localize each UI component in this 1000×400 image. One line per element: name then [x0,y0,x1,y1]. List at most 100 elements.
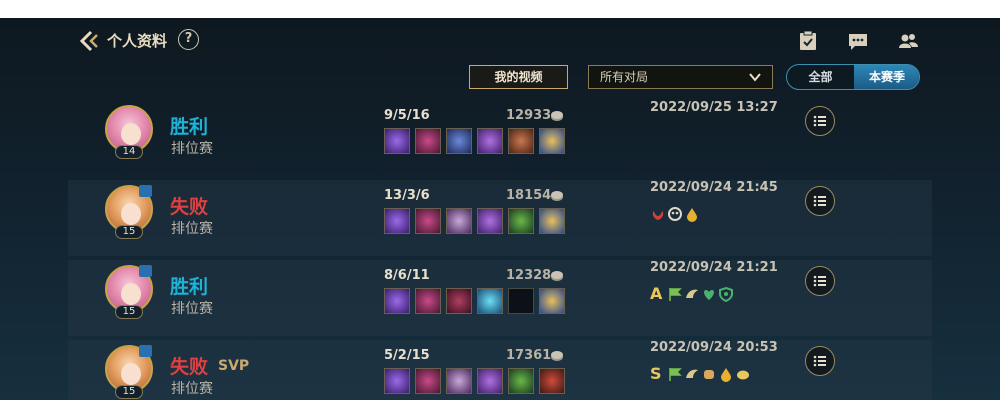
item-slot[interactable] [539,288,565,314]
match-result: 失败 [170,196,209,218]
game-mode: 排位赛 [171,301,213,317]
match-history-screen: 个人资料 ? 我的视频 所有对局 全部 本赛季 14 胜利 排位赛 9/5/16 1 [0,18,1000,400]
item-slot[interactable] [539,368,565,394]
item-slot[interactable] [415,288,441,314]
gold-coin-icon [551,191,563,201]
grade-s-badge: S [650,364,662,383]
item-slot[interactable] [508,128,534,154]
kda-stat: 5/2/15 [384,348,430,363]
match-result: 胜利 [170,116,209,138]
gold-earned: 12328 [506,268,552,283]
empty-item-slot[interactable] [508,288,534,314]
gold-earned: 12933 [506,108,552,123]
item-slot[interactable] [446,288,472,314]
drop-badge-icon [721,368,731,382]
match-detail-button[interactable] [805,106,835,136]
champion-level: 15 [115,225,143,239]
gold-earned: 17361 [506,348,552,363]
match-type-select[interactable]: 所有对局 [588,65,773,89]
kda-stat: 9/5/16 [384,108,430,123]
wing-badge-icon [686,369,698,378]
shield-badge-icon [719,286,733,302]
gold-coin-icon [551,111,563,121]
item-slot[interactable] [446,128,472,154]
champion-face [121,123,141,145]
team-badge-icon [139,265,152,277]
flag-badge-icon [669,288,682,301]
item-slot[interactable] [446,208,472,234]
kda-stat: 13/3/6 [384,188,430,203]
item-slot[interactable] [384,368,410,394]
champion-level: 15 [115,385,143,399]
match-result: 胜利 [170,276,209,298]
item-slot[interactable] [539,208,565,234]
match-detail-button[interactable] [805,266,835,296]
season-toggle: 全部 本赛季 [786,64,920,90]
help-icon[interactable]: ? [178,29,199,50]
list-icon [813,275,826,287]
match-result: 失败 [170,356,209,378]
game-mode: 排位赛 [171,141,213,157]
mission-icon[interactable] [797,30,819,52]
item-slot[interactable] [415,208,441,234]
top-bar: 个人资料 ? [0,18,1000,64]
match-row[interactable]: 14 胜利排位赛 9/5/16 12933 2022/09/25 13:27 [68,100,932,176]
grade-a-badge: A [650,284,663,303]
chevron-down-icon [749,73,761,82]
match-date: 2022/09/25 13:27 [650,100,778,115]
match-detail-button[interactable] [805,346,835,376]
list-icon [813,195,826,207]
champion-level: 14 [115,145,143,159]
back-icon[interactable] [76,28,102,54]
toggle-all[interactable]: 全部 [787,65,854,89]
item-slot[interactable] [384,128,410,154]
chat-icon[interactable] [847,30,869,52]
champion-level: 15 [115,305,143,319]
match-detail-button[interactable] [805,186,835,216]
item-slot[interactable] [477,128,503,154]
match-row[interactable]: 15 胜利排位赛 8/6/11 12328 2022/09/24 21:21 A [68,260,932,336]
item-slot[interactable] [446,368,472,394]
wing-badge-icon [686,289,698,298]
item-slot[interactable] [415,128,441,154]
team-badge-icon [139,345,152,357]
gold-coin-icon [551,351,563,361]
champion-face [121,283,141,305]
champion-avatar-group: 15 [103,345,155,400]
gold-earned: 18154 [506,188,552,203]
item-slot[interactable] [477,368,503,394]
item-slot[interactable] [384,288,410,314]
match-date: 2022/09/24 21:21 [650,260,778,275]
match-row[interactable]: 15 失败排位赛 13/3/6 18154 2022/09/24 21:45 [68,180,932,256]
team-badge-icon [139,185,152,197]
champion-face [121,363,141,385]
item-slot[interactable] [508,368,534,394]
list-icon [813,355,826,367]
kda-stat: 8/6/11 [384,268,430,283]
my-videos-button[interactable]: 我的视频 [469,65,568,89]
toggle-this-season[interactable]: 本赛季 [854,65,919,89]
game-mode: 排位赛 [171,381,213,397]
match-date: 2022/09/24 20:53 [650,340,778,355]
item-slot[interactable] [508,208,534,234]
match-type-value: 所有对局 [600,70,649,84]
item-slot[interactable] [384,208,410,234]
champion-avatar-group: 15 [103,185,155,247]
svp-label: SVP [218,358,250,374]
item-slot[interactable] [477,208,503,234]
item-slot[interactable] [477,288,503,314]
match-row[interactable]: 15 失败 SVP 排位赛 5/2/15 17361 2022/09/24 20:53 S [68,340,932,400]
skull-badge-icon [668,207,682,221]
item-slot[interactable] [539,128,565,154]
champion-face [121,203,141,225]
game-mode: 排位赛 [171,221,213,237]
friends-icon[interactable] [897,30,919,52]
flag-badge-icon [669,368,682,381]
lotus-badge-icon [652,211,664,220]
list-icon [813,115,826,127]
gold-coin-icon [551,271,563,281]
item-slot[interactable] [415,368,441,394]
champion-avatar-group: 15 [103,265,155,327]
champion-avatar-group: 14 [103,105,155,167]
match-date: 2022/09/24 21:45 [650,180,778,195]
